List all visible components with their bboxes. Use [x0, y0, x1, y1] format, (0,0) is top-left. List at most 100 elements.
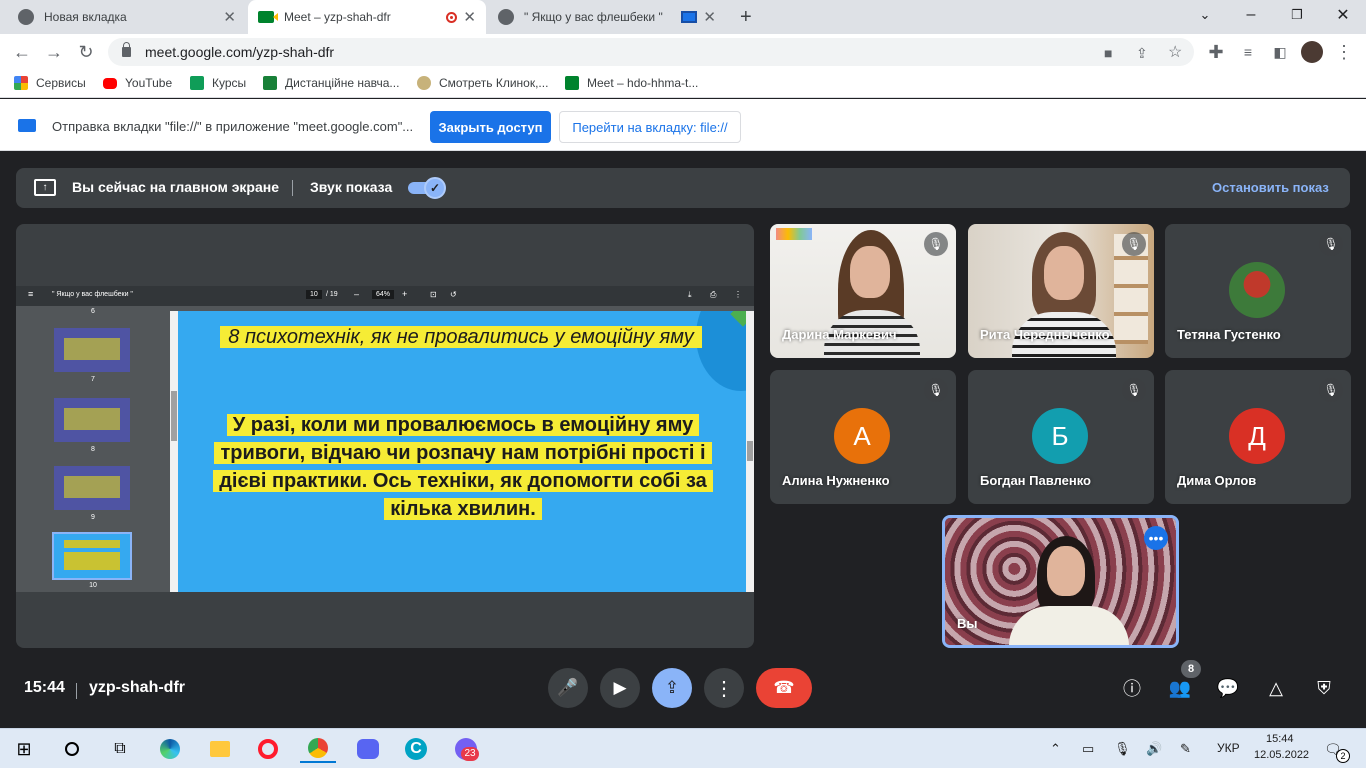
zoom-out-icon[interactable]: – — [354, 289, 359, 299]
battery-icon[interactable]: ▭ — [1082, 741, 1094, 757]
profile-avatar[interactable] — [1300, 40, 1324, 64]
close-tab-icon[interactable]: ✕ — [463, 8, 476, 26]
address-bar[interactable]: meet.google.com/yzp-shah-dfr ■ ⇪ ☆ — [108, 38, 1194, 66]
app-c[interactable]: C — [398, 735, 434, 763]
tab-search-icon[interactable]: ⌄ — [1182, 0, 1228, 30]
show-hidden-icon[interactable]: ⌃ — [1050, 741, 1061, 757]
thumb-number: 7 — [91, 376, 95, 383]
discord-icon — [357, 739, 379, 759]
edge-app[interactable] — [152, 735, 188, 763]
slide-body: У разі, коли ми провалюємось в емоційну … — [198, 411, 728, 523]
fit-page-icon[interactable]: ⊡ — [430, 290, 437, 299]
thumb-number: 8 — [91, 446, 95, 453]
participant-tile[interactable]: 🎙 Тетяна Густенко — [1165, 224, 1351, 358]
page-thumbnail[interactable] — [54, 328, 130, 372]
pen-icon[interactable]: ✎ — [1180, 741, 1191, 757]
stop-sharing-button[interactable]: Закрыть доступ — [430, 111, 551, 143]
bookmark-klinok[interactable]: Смотреть Клинок,... — [417, 76, 548, 90]
bookmark-distance[interactable]: Дистанційне навча... — [263, 76, 399, 90]
sound-toggle[interactable]: ✓ — [408, 177, 446, 199]
microphone-button[interactable]: 🎤 — [548, 668, 588, 708]
muted-mic-icon: 🎙 — [1122, 232, 1146, 256]
activities-button[interactable]: △ — [1259, 671, 1293, 705]
participant-tile[interactable]: А 🎙 Алина Нужненко — [770, 370, 956, 504]
more-icon[interactable]: ⋮ — [734, 290, 742, 299]
present-button[interactable]: ⇪ — [652, 668, 692, 708]
present-icon: ⇪ — [664, 678, 680, 697]
avatar: Б — [1032, 408, 1088, 464]
start-button[interactable]: ⊞ — [6, 735, 42, 763]
hangup-icon: ☎ — [773, 678, 795, 697]
casting-icon — [681, 11, 698, 23]
forward-icon[interactable]: → — [42, 40, 66, 64]
participant-tile[interactable]: Д 🎙 Дима Орлов — [1165, 370, 1351, 504]
stop-presenting-link[interactable]: Остановить показ — [1212, 180, 1329, 195]
hamburger-icon[interactable]: ≡ — [28, 289, 33, 299]
menu-icon[interactable]: ⋮ — [1332, 40, 1356, 64]
explorer-app[interactable] — [202, 735, 238, 763]
leave-call-button[interactable]: ☎ — [756, 668, 812, 708]
mic-tray-icon[interactable]: 🎙 — [1114, 741, 1131, 757]
share-icon[interactable]: ⇪ — [1136, 45, 1148, 62]
tray-time[interactable]: 15:44 — [1266, 733, 1294, 745]
more-options-button[interactable]: ⋮ — [704, 668, 744, 708]
participant-tile[interactable]: 🎙 Рита Чередныченко — [968, 224, 1154, 358]
tab-new-tab[interactable]: Новая вкладка ✕ — [8, 0, 246, 34]
page-thumbnail-current[interactable] — [52, 532, 132, 580]
chat-button[interactable]: 💬 — [1211, 671, 1245, 705]
more-options-icon[interactable]: ••• — [1144, 526, 1168, 550]
tab-pdf[interactable]: " Якщо у вас флешбеки " ✕ — [488, 0, 726, 34]
tab-title: Новая вкладка — [44, 10, 127, 24]
tray-date[interactable]: 12.05.2022 — [1254, 749, 1309, 761]
discord-app[interactable] — [350, 735, 386, 763]
chrome-icon — [308, 738, 328, 758]
close-window-button[interactable]: ✕ — [1320, 0, 1366, 30]
tab-meet[interactable]: Meet – yzp-shah-dfr ✕ — [248, 0, 486, 34]
bookmark-meet[interactable]: Meet – hdo-hhma-t... — [565, 76, 698, 90]
restore-button[interactable]: ❐ — [1274, 0, 1320, 30]
opera-app[interactable] — [250, 735, 286, 763]
chrome-app[interactable] — [300, 735, 336, 763]
self-tile[interactable]: ••• Вы — [942, 515, 1179, 648]
participant-tile[interactable]: 🎙 Дарина Маркевич — [770, 224, 956, 358]
activities-icon: △ — [1269, 677, 1283, 698]
star-icon[interactable]: ☆ — [1168, 42, 1182, 62]
volume-icon[interactable]: 🔊 — [1146, 741, 1162, 757]
close-tab-icon[interactable]: ✕ — [223, 8, 236, 26]
page-thumbnail[interactable] — [54, 466, 130, 510]
meeting-details-button[interactable]: ⓘ — [1115, 671, 1149, 705]
rotate-icon[interactable]: ↺ — [450, 290, 457, 299]
participant-name: Дарина Маркевич — [782, 327, 897, 342]
globe-icon — [498, 9, 514, 25]
page-scrollbar[interactable] — [746, 311, 754, 592]
new-tab-button[interactable]: + — [730, 0, 764, 34]
close-tab-icon[interactable]: ✕ — [703, 8, 716, 26]
task-view-button[interactable]: ⧉ — [102, 735, 138, 763]
notification-badge: 23 — [461, 747, 479, 761]
participant-name: Дима Орлов — [1177, 473, 1257, 488]
host-controls-button[interactable]: ⛨ — [1307, 671, 1341, 705]
print-icon[interactable]: ⎙ — [710, 290, 716, 300]
thumb-scrollbar[interactable] — [170, 311, 178, 592]
page-thumbnail[interactable] — [54, 398, 130, 442]
reload-icon[interactable]: ↻ — [74, 40, 98, 64]
extensions-icon[interactable]: ✚ — [1204, 40, 1228, 64]
bookmark-services[interactable]: Сервисы — [14, 76, 86, 90]
bookmark-youtube[interactable]: YouTube — [103, 76, 172, 90]
zoom-in-icon[interactable]: + — [402, 289, 407, 299]
media-icon[interactable]: ≡ — [1236, 40, 1260, 64]
go-to-tab-button[interactable]: Перейти на вкладку: file:// — [559, 111, 741, 143]
download-icon[interactable]: ⤓ — [688, 290, 692, 300]
page-number[interactable]: 10 — [306, 290, 322, 299]
camera-button[interactable]: ▶ — [600, 668, 640, 708]
bookmark-courses[interactable]: Курсы — [190, 76, 246, 90]
minimize-button[interactable]: – — [1228, 0, 1274, 30]
camera-icon[interactable]: ■ — [1104, 45, 1112, 61]
folder-icon — [210, 741, 230, 757]
participant-tile[interactable]: Б 🎙 Богдан Павленко — [968, 370, 1154, 504]
search-button[interactable] — [54, 735, 90, 763]
language-indicator[interactable]: УКР — [1217, 741, 1240, 755]
zoom-level[interactable]: 64% — [372, 290, 395, 299]
back-icon[interactable]: ← — [10, 40, 34, 64]
side-panel-icon[interactable]: ◧ — [1268, 40, 1292, 64]
